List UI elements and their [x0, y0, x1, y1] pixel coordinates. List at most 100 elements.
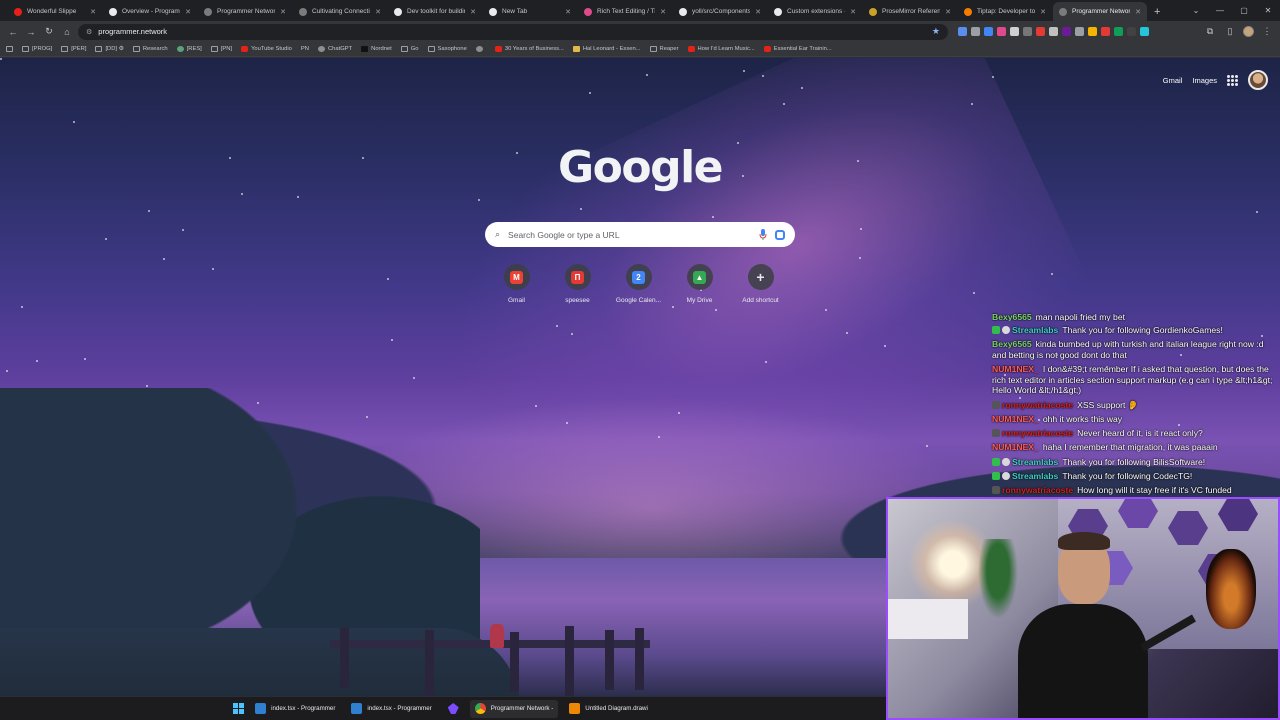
address-bar[interactable]: ⚙ programmer.network ★ [78, 23, 948, 40]
extension-icon[interactable] [971, 27, 980, 36]
minimize-icon[interactable]: — [1208, 0, 1232, 21]
back-icon[interactable]: ← [6, 25, 20, 39]
bookmark-item[interactable]: 30 Years of Business... [494, 46, 564, 52]
browser-tab[interactable]: Tiptap: Developer too ✕ [958, 2, 1052, 21]
shortcut-tile[interactable]: Пspeesee [547, 264, 608, 304]
bookmark-item[interactable]: [DD] ⚙ [95, 46, 124, 52]
extension-icon[interactable] [958, 27, 967, 36]
extension-icon[interactable] [984, 27, 993, 36]
bookmark-item[interactable]: Essential Ear Trainin... [763, 46, 832, 52]
shortcut-tile[interactable]: ▲ My Drive [669, 264, 730, 304]
extension-icon[interactable] [1036, 27, 1045, 36]
extension-icon[interactable] [1088, 27, 1097, 36]
address-bar-url[interactable]: programmer.network [98, 27, 926, 36]
shortcut-icon[interactable]: П [564, 264, 591, 290]
bookmark-item[interactable]: Nordnet [361, 46, 392, 52]
shortcut-icon[interactable]: M [503, 264, 530, 290]
browser-tab[interactable]: Dev toolkit for buildin ✕ [388, 2, 482, 21]
browser-tab[interactable]: Cultivating Connectio ✕ [293, 2, 387, 21]
taskbar-item[interactable] [443, 700, 464, 718]
bookmark-item[interactable]: PN [301, 46, 309, 52]
shortcut-tile[interactable]: + Add shortcut [730, 264, 791, 304]
browser-tab[interactable]: Custom extensions - ✕ [768, 2, 862, 21]
reload-icon[interactable]: ↻ [42, 25, 56, 39]
voice-search-icon[interactable] [759, 229, 767, 240]
account-avatar[interactable] [1248, 70, 1268, 90]
browser-tab[interactable]: Programmer Network ✕ [198, 2, 292, 21]
tab-close-icon[interactable]: ✕ [90, 8, 96, 16]
taskbar-item[interactable]: Programmer Network - [469, 699, 559, 718]
search-icon: ⌕ [495, 229, 501, 239]
home-icon[interactable]: ⌂ [60, 25, 74, 39]
tab-close-icon[interactable]: ✕ [1040, 8, 1046, 16]
browser-tab[interactable]: yoll/src/Components ✕ [673, 2, 767, 21]
new-tab-icon[interactable]: + [1148, 2, 1166, 21]
bookmark-item[interactable]: Research [132, 46, 168, 52]
bookmark-item[interactable]: YouTube Studio [241, 46, 292, 52]
profile-avatar[interactable] [1243, 26, 1254, 37]
extension-icon[interactable] [1101, 27, 1110, 36]
taskbar-item[interactable]: index.tsx - Programmer [250, 700, 340, 718]
tab-close-icon[interactable]: ✕ [375, 8, 381, 16]
maximize-icon[interactable]: ▢ [1232, 0, 1256, 21]
site-info-icon[interactable]: ⚙ [86, 28, 92, 36]
extension-icon[interactable] [1049, 27, 1058, 36]
tab-search-icon[interactable]: ⌄ [1184, 0, 1208, 21]
tab-close-icon[interactable]: ✕ [850, 8, 856, 16]
gmail-link[interactable]: Gmail [1163, 76, 1183, 85]
windows-start-icon[interactable] [233, 703, 245, 714]
bookmark-item[interactable]: Saxophone [427, 46, 467, 52]
add-shortcut-icon[interactable]: + [747, 264, 774, 290]
bookmark-item[interactable]: How I'd Learn Music... [687, 46, 755, 52]
search-box[interactable]: ⌕ Search Google or type a URL [485, 222, 795, 247]
close-window-icon[interactable]: ✕ [1256, 0, 1280, 21]
taskbar-item[interactable]: index.tsx - Programmer [346, 700, 436, 718]
browser-tab[interactable]: ProseMirror Referenc ✕ [863, 2, 957, 21]
tab-close-icon[interactable]: ✕ [660, 8, 666, 16]
extension-icon[interactable] [1127, 27, 1136, 36]
extension-icon[interactable] [1023, 27, 1032, 36]
bookmark-item[interactable]: [RES] [176, 46, 202, 52]
bookmark-item[interactable]: [PROG] [22, 46, 52, 52]
bookmark-item[interactable]: [PER] [61, 46, 86, 52]
tab-close-icon[interactable]: ✕ [1135, 8, 1141, 16]
forward-icon[interactable]: → [24, 25, 38, 39]
browser-tab[interactable]: Rich Text Editing / Tip ✕ [578, 2, 672, 21]
shortcut-tile[interactable]: 2 Google Calen... [608, 264, 669, 304]
apps-folder-icon[interactable] [6, 46, 13, 52]
tab-close-icon[interactable]: ✕ [755, 8, 761, 16]
extension-icon[interactable] [1075, 27, 1084, 36]
tab-close-icon[interactable]: ✕ [280, 8, 286, 16]
search-input[interactable]: Search Google or type a URL [508, 230, 751, 240]
extension-icon[interactable] [1140, 27, 1149, 36]
taskbar-item[interactable]: Untitled Diagram.drawi [564, 700, 653, 718]
google-apps-icon[interactable] [1227, 74, 1238, 86]
browser-tab[interactable]: New Tab ✕ [483, 2, 577, 21]
tab-close-icon[interactable]: ✕ [945, 8, 951, 16]
browser-tab[interactable]: Programmer Network ✕ [1053, 2, 1147, 21]
shortcut-tile[interactable]: M Gmail [486, 264, 547, 304]
google-lens-icon[interactable] [775, 229, 785, 240]
images-link[interactable]: Images [1192, 76, 1217, 85]
extensions-puzzle-icon[interactable]: ⧉ [1203, 25, 1217, 39]
extension-icon[interactable] [997, 27, 1006, 36]
extension-icon[interactable] [1010, 27, 1019, 36]
extension-icon[interactable] [1062, 27, 1071, 36]
tab-close-icon[interactable]: ✕ [470, 8, 476, 16]
bookmark-item[interactable]: [PN] [210, 46, 232, 52]
bookmark-star-icon[interactable]: ★ [932, 26, 940, 37]
bookmark-item[interactable]: Hal Leonard - Essen... [572, 46, 641, 52]
shortcut-icon[interactable]: 2 [625, 264, 652, 290]
menu-kebab-icon[interactable]: ⋮ [1260, 25, 1274, 39]
browser-tab[interactable]: Wonderful Slippe ✕ [8, 2, 102, 21]
side-panel-icon[interactable]: ▯ [1223, 25, 1237, 39]
browser-tab[interactable]: Overview - Programm ✕ [103, 2, 197, 21]
bookmark-item[interactable] [475, 46, 486, 52]
shortcut-icon[interactable]: ▲ [686, 264, 713, 290]
bookmark-item[interactable]: ChatGPT [317, 46, 352, 52]
tab-close-icon[interactable]: ✕ [565, 8, 571, 16]
tab-close-icon[interactable]: ✕ [185, 8, 191, 16]
bookmark-item[interactable]: Go [400, 46, 419, 52]
extension-icon[interactable] [1114, 27, 1123, 36]
bookmark-item[interactable]: Reaper [649, 46, 679, 52]
